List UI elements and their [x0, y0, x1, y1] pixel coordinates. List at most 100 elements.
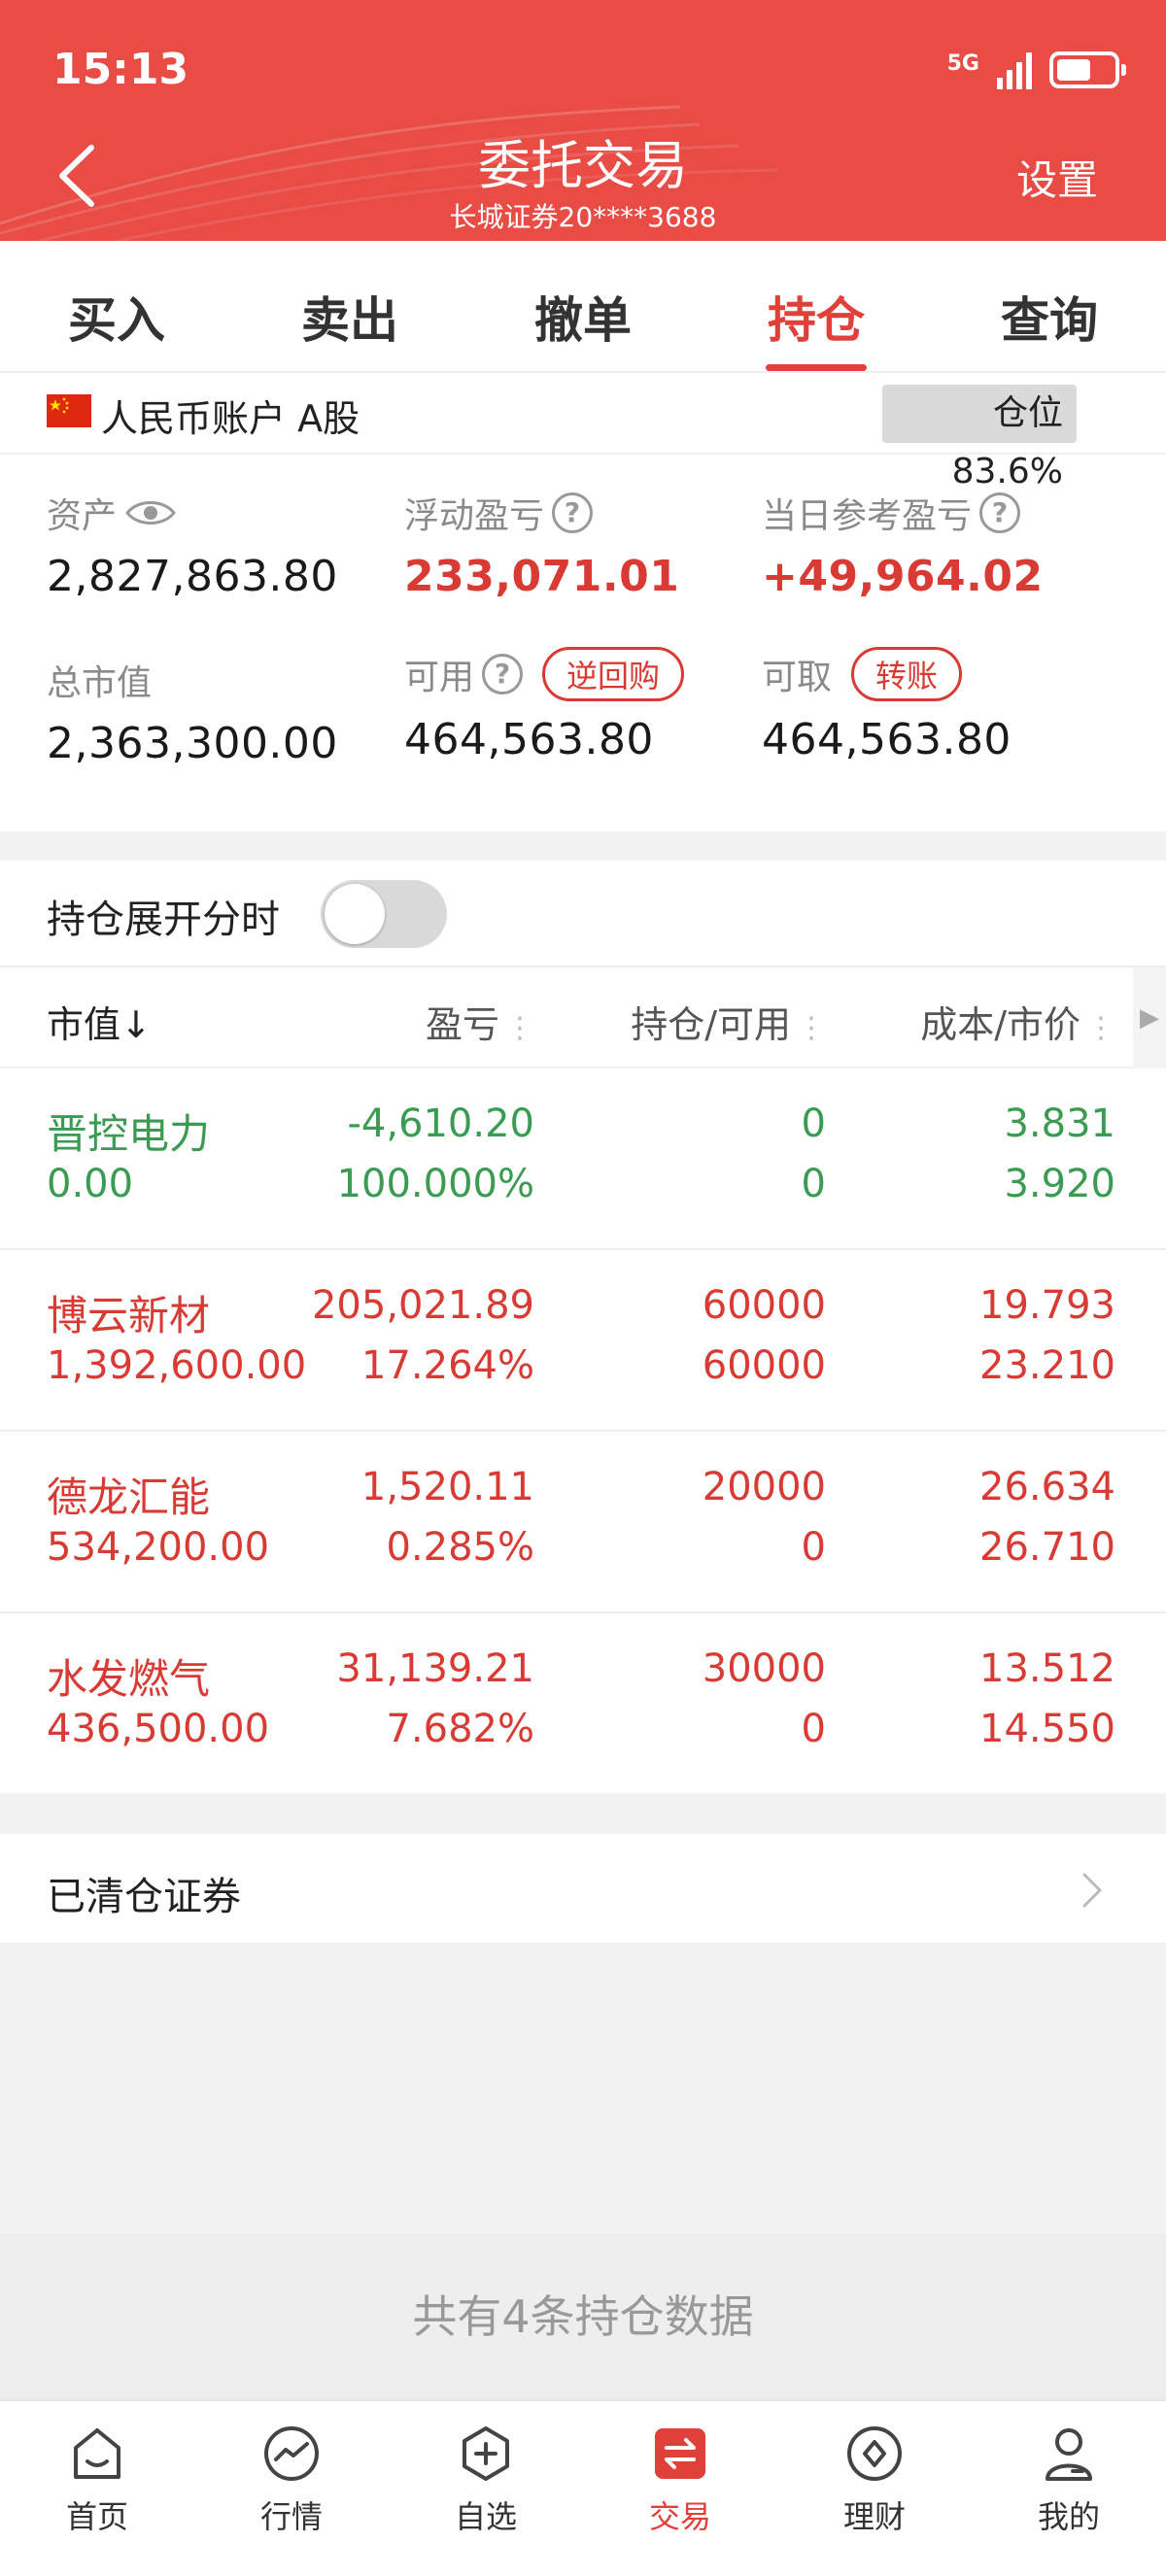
stock-name: 晋控电力	[47, 1110, 211, 1158]
cleared-securities-label: 已清仓证券	[47, 1875, 241, 1919]
stock-pl: 1,520.11	[360, 1465, 534, 1509]
stock-name: 水发燃气	[47, 1655, 211, 1703]
available-label: 可用	[404, 658, 475, 697]
market-value-value: 2,363,300.00	[47, 719, 338, 768]
assets-label: 资产	[47, 496, 118, 536]
nav-trade[interactable]: 交易	[583, 2401, 777, 2576]
stock-available: 0	[801, 1707, 826, 1751]
help-icon[interactable]: ?	[552, 492, 594, 533]
settings-button[interactable]: 设置	[1016, 148, 1098, 207]
holdings-table: 市值↓ 盈亏 ⋮ 持仓/可用 ⋮ 成本/市价 ⋮ ▶ 晋控电力 0.00 -4,610…	[0, 967, 1166, 1793]
stock-pl-pct: 0.285%	[386, 1525, 534, 1570]
bottom-nav: 首页 行情 自选 交易 理财 我的	[0, 2399, 1166, 2576]
account-summary: 人民币账户 A股 仓位83.6% 资产 2,827,863.80 浮动盈亏 ? …	[0, 373, 1166, 831]
holdings-count-note: 共有4条持仓数据	[0, 2234, 1166, 2399]
intraday-toggle-row: 持仓展开分时	[0, 861, 1166, 967]
scroll-right-icon[interactable]: ▶	[1133, 967, 1166, 1068]
withdrawable-value: 464,563.80	[762, 715, 1012, 764]
account-type-label[interactable]: 人民币账户 A股	[101, 389, 360, 442]
assets-value: 2,827,863.80	[47, 552, 338, 601]
page-title: 委托交易	[478, 135, 688, 196]
help-icon[interactable]: ?	[482, 654, 524, 695]
stock-position: 30000	[702, 1646, 826, 1691]
stock-pl: 205,021.89	[311, 1283, 534, 1328]
table-row[interactable]: 晋控电力 0.00 -4,610.20 100.000% 0 0 3.831 3…	[0, 1068, 1166, 1250]
sort-icon: ⋮	[1086, 1011, 1115, 1045]
floating-pl-stat: 浮动盈亏 ? 233,071.01	[404, 488, 679, 601]
profile-icon	[1046, 2428, 1092, 2481]
network-label: 5G	[946, 51, 979, 76]
market-value-label: 总市值	[47, 663, 153, 703]
stock-name: 博云新材	[47, 1292, 211, 1339]
header-cost-price[interactable]: 成本/市价 ⋮	[920, 995, 1115, 1048]
stock-price: 14.550	[979, 1707, 1115, 1751]
status-icons: 5G	[946, 51, 1126, 89]
tab-holdings[interactable]: 持仓	[700, 241, 933, 371]
stock-price: 23.210	[979, 1343, 1115, 1388]
tab-buy[interactable]: 买入	[0, 241, 233, 371]
stock-pl-pct: 7.682%	[386, 1707, 534, 1751]
reverse-repo-button[interactable]: 逆回购	[542, 647, 685, 701]
battery-icon	[1049, 51, 1126, 88]
stock-market-value: 0.00	[47, 1162, 134, 1206]
stock-pl: -4,610.20	[347, 1102, 534, 1146]
account-number: 长城证券20****3688	[449, 201, 717, 233]
status-time: 15:13	[52, 45, 189, 94]
transfer-button[interactable]: 转账	[851, 647, 963, 701]
china-flag-icon	[47, 394, 91, 427]
stock-pl-pct: 17.264%	[361, 1343, 534, 1388]
tab-query[interactable]: 查询	[933, 241, 1166, 371]
table-row[interactable]: 德龙汇能 534,200.00 1,520.11 0.285% 20000 0 …	[0, 1432, 1166, 1613]
table-row[interactable]: 水发燃气 436,500.00 31,139.21 7.682% 30000 0…	[0, 1613, 1166, 1795]
withdrawable-stat: 可取 转账 464,563.80	[762, 647, 1012, 764]
intraday-toggle-label: 持仓展开分时	[47, 898, 280, 942]
app-header: 15:13 5G 委托交易 长城证券20****3688 设置	[0, 0, 1166, 241]
home-icon	[74, 2428, 120, 2479]
help-icon[interactable]: ?	[979, 492, 1021, 533]
nav-market[interactable]: 行情	[194, 2401, 389, 2576]
stock-position: 0	[801, 1102, 826, 1146]
header-pl[interactable]: 盈亏 ⋮	[426, 995, 534, 1048]
stock-cost: 19.793	[979, 1283, 1115, 1328]
stock-name: 德龙汇能	[47, 1474, 211, 1521]
floating-pl-value: 233,071.01	[404, 552, 680, 601]
available-value: 464,563.80	[404, 715, 654, 764]
tab-sell[interactable]: 卖出	[233, 241, 466, 371]
available-stat: 可用 ? 逆回购 464,563.80	[404, 647, 685, 764]
nav-wealth-label: 理财	[842, 2498, 906, 2535]
nav-market-label: 行情	[259, 2498, 323, 2535]
stock-market-value: 436,500.00	[47, 1707, 270, 1751]
eye-icon[interactable]	[124, 496, 177, 529]
signal-icon	[997, 51, 1032, 89]
stock-available: 0	[801, 1162, 826, 1206]
stock-position: 20000	[702, 1465, 826, 1509]
chevron-right-icon	[1082, 1873, 1102, 1908]
account-row: 人民币账户 A股 仓位83.6%	[0, 373, 1166, 491]
tab-cancel-order[interactable]: 撤单	[466, 241, 700, 371]
stock-price: 26.710	[979, 1525, 1115, 1570]
trade-icon	[655, 2428, 705, 2479]
watchlist-icon	[463, 2426, 509, 2481]
daily-pl-label: 当日参考盈亏	[762, 496, 973, 536]
stock-cost: 3.831	[1004, 1102, 1115, 1146]
table-row[interactable]: 博云新材 1,392,600.00 205,021.89 17.264% 600…	[0, 1250, 1166, 1432]
stock-available: 0	[801, 1525, 826, 1570]
nav-wealth[interactable]: 理财	[777, 2401, 972, 2576]
position-ratio-badge: 仓位83.6%	[882, 385, 1077, 491]
withdrawable-label: 可取	[762, 658, 833, 697]
intraday-toggle[interactable]	[321, 880, 447, 948]
header-position[interactable]: 持仓/可用 ⋮	[631, 995, 826, 1048]
stock-available: 60000	[702, 1343, 826, 1388]
table-header: 市值↓ 盈亏 ⋮ 持仓/可用 ⋮ 成本/市价 ⋮ ▶	[0, 967, 1166, 1068]
header-market-value[interactable]: 市值↓	[47, 995, 152, 1048]
market-icon	[264, 2426, 319, 2481]
nav-watchlist[interactable]: 自选	[389, 2401, 583, 2576]
stock-market-value: 1,392,600.00	[47, 1343, 307, 1388]
nav-home-label: 首页	[65, 2498, 128, 2535]
nav-trade-label: 交易	[648, 2498, 711, 2535]
cleared-securities-row[interactable]: 已清仓证券	[0, 1834, 1166, 1943]
nav-profile[interactable]: 我的	[972, 2401, 1166, 2576]
nav-profile-label: 我的	[1037, 2498, 1100, 2535]
stock-price: 3.920	[1004, 1162, 1115, 1206]
nav-home[interactable]: 首页	[0, 2401, 194, 2576]
